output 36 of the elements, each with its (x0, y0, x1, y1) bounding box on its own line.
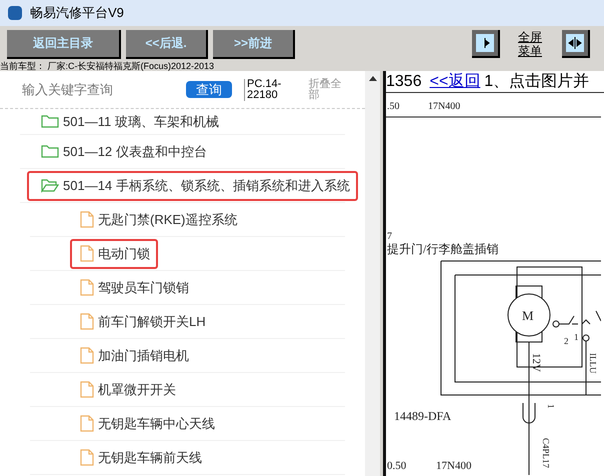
tree-item[interactable]: 无钥匙车辆中心天线 (70, 408, 223, 438)
open-folder-icon (41, 178, 59, 193)
tree-item[interactable]: 机罩微开开关 (70, 374, 184, 404)
document-icon (80, 415, 94, 432)
instruction-text: 1、点击图片并 (484, 72, 590, 92)
code-text: PC.14-22180 (244, 78, 282, 100)
split-view-icon[interactable] (562, 30, 590, 58)
search-button[interactable]: 查询 (186, 81, 232, 98)
window-title: 畅易汽修平台V9 (30, 4, 124, 22)
document-icon (80, 245, 94, 262)
document-icon (80, 313, 94, 330)
scrollbar[interactable] (365, 71, 380, 476)
folder-icon (41, 114, 59, 129)
document-icon (80, 347, 94, 364)
tree-item[interactable]: 501—12 仪表盘和中控台 (27, 136, 215, 166)
tree-item[interactable]: 驾驶员车门锁销 (70, 272, 197, 302)
document-icon (80, 381, 94, 398)
document-icon (80, 279, 94, 296)
scroll-up-icon[interactable] (368, 76, 376, 81)
page-number: 1356 (386, 72, 422, 92)
tree-item[interactable]: 电动门锁 (70, 238, 158, 268)
document-icon (80, 449, 94, 466)
car-model-text: 当前车型： 厂家:C-长安福特福克斯(Focus)2012-2013 (0, 62, 216, 71)
tree-item[interactable]: 加油门插销电机 (70, 340, 197, 370)
tree-item[interactable]: 前车门解锁开关LH (70, 306, 214, 336)
folder-icon (41, 144, 59, 159)
fullscreen-menu-link[interactable]: 全屏菜单 (518, 30, 544, 58)
tree-item[interactable]: 无匙门禁(RKE)遥控系统 (70, 204, 246, 234)
tree-item[interactable]: 501—14 手柄系统、锁系统、插销系统和进入系统 (27, 170, 358, 200)
expand-icon[interactable] (472, 30, 500, 58)
app-logo-icon (8, 6, 22, 20)
tree-item[interactable]: 无钥匙车辆前天线 (70, 442, 210, 472)
tree-item[interactable]: 501—11 玻璃、车架和机械 (27, 106, 227, 136)
back-link[interactable]: <<返回 (430, 71, 480, 94)
document-icon (80, 211, 94, 228)
search-field[interactable]: 输入关键字查询 (22, 80, 162, 100)
